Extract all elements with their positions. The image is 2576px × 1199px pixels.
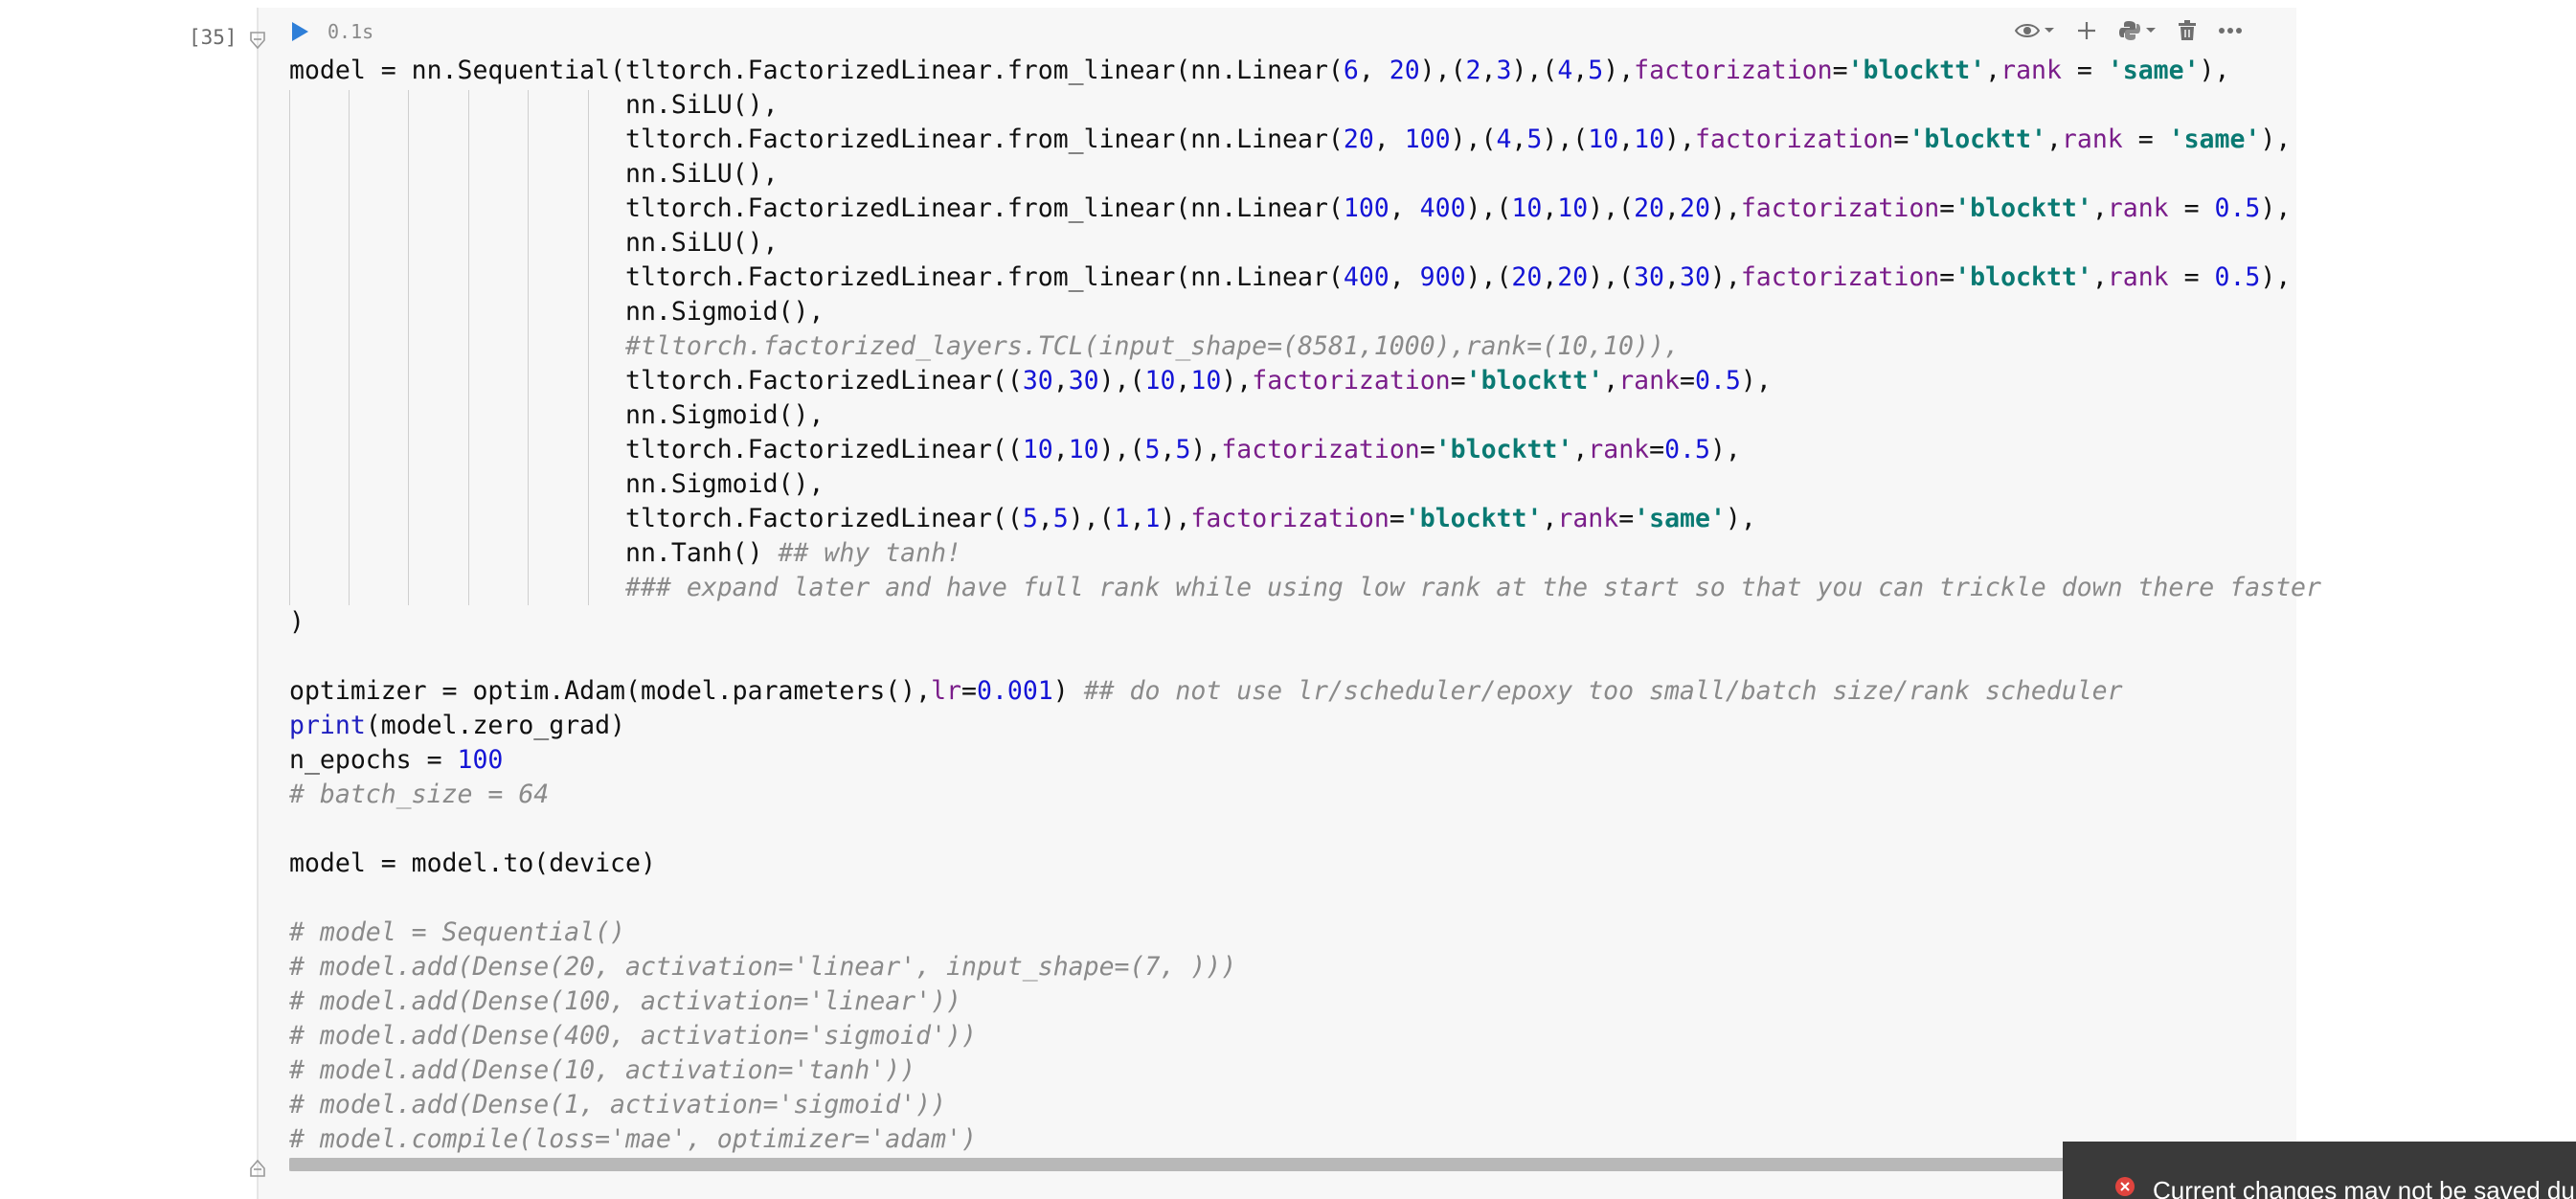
run-cell-button[interactable] [287, 19, 312, 44]
code-line: nn.SiLU(), [289, 90, 779, 120]
notification-text: Current changes may not be saved due to … [2153, 1176, 2576, 1199]
error-notification[interactable]: Current changes may not be saved due to … [2063, 1142, 2576, 1199]
code-line: tltorch.FactorizedLinear((10,10),(5,5),f… [289, 435, 1741, 464]
execution-time: 0.1s [328, 20, 374, 43]
fold-cell-icon[interactable] [247, 29, 268, 52]
code-line: # model.add(Dense(10, activation='tanh')… [289, 1055, 916, 1085]
code-line: tltorch.FactorizedLinear((30,30),(10,10)… [289, 366, 1772, 396]
code-line: print(model.zero_grad) [289, 711, 626, 740]
code-line: tltorch.FactorizedLinear.from_linear(nn.… [289, 124, 2292, 154]
visibility-toggle-button[interactable] [2015, 22, 2055, 39]
code-line: tltorch.FactorizedLinear.from_linear(nn.… [289, 262, 2292, 292]
error-icon [2114, 1176, 2135, 1197]
code-line: model = nn.Sequential(tltorch.Factorized… [289, 56, 2230, 85]
fold-end-icon[interactable] [247, 1157, 268, 1180]
code-line: model = model.to(device) [289, 848, 656, 878]
code-line: # batch_size = 64 [289, 780, 550, 809]
code-line: # model.add(Dense(100, activation='linea… [289, 986, 961, 1016]
chevron-down-icon [2146, 28, 2156, 33]
python-icon [2119, 21, 2140, 40]
code-line: nn.SiLU(), [289, 159, 779, 189]
code-line: # model.add(Dense(1, activation='sigmoid… [289, 1090, 947, 1120]
code-line: ### expand later and have full rank whil… [625, 573, 2321, 602]
code-editor[interactable]: model = nn.Sequential(tltorch.Factorized… [289, 54, 2321, 1157]
eye-icon [2015, 24, 2040, 37]
code-line: #tltorch.factorized_layers.TCL(input_sha… [625, 331, 1680, 361]
cell-toolbar [2015, 13, 2243, 48]
add-cell-button[interactable] [2076, 20, 2097, 41]
code-line: ) [289, 607, 305, 637]
code-line: tltorch.FactorizedLinear((5,5),(1,1),fac… [289, 504, 1756, 533]
code-line: nn.Sigmoid(), [289, 297, 825, 327]
code-line: optimizer = optim.Adam(model.parameters(… [289, 676, 2123, 706]
more-actions-button[interactable] [2218, 27, 2243, 34]
code-line: nn.Sigmoid(), [289, 469, 825, 499]
execution-count: [35] [189, 26, 237, 49]
code-line: # model.add(Dense(20, activation='linear… [289, 952, 1237, 982]
code-line: # model = Sequential() [289, 917, 625, 947]
trash-icon [2179, 20, 2196, 40]
chevron-down-icon [2045, 28, 2054, 33]
more-icon [2219, 28, 2242, 34]
code-line: # model.compile(loss='mae', optimizer='a… [289, 1124, 977, 1154]
code-line: nn.Sigmoid(), [289, 400, 825, 430]
code-line: # model.add(Dense(400, activation='sigmo… [289, 1021, 977, 1051]
code-line: nn.SiLU(), [289, 228, 779, 258]
code-line: nn.Tanh() ## why tanh! [289, 538, 961, 568]
delete-cell-button[interactable] [2178, 20, 2197, 41]
horizontal-scrollbar-thumb[interactable] [289, 1158, 2099, 1171]
cell-type-button[interactable] [2118, 19, 2157, 42]
plus-icon [2078, 22, 2095, 39]
code-line: tltorch.FactorizedLinear.from_linear(nn.… [289, 193, 2292, 223]
code-line: n_epochs = 100 [289, 745, 504, 775]
